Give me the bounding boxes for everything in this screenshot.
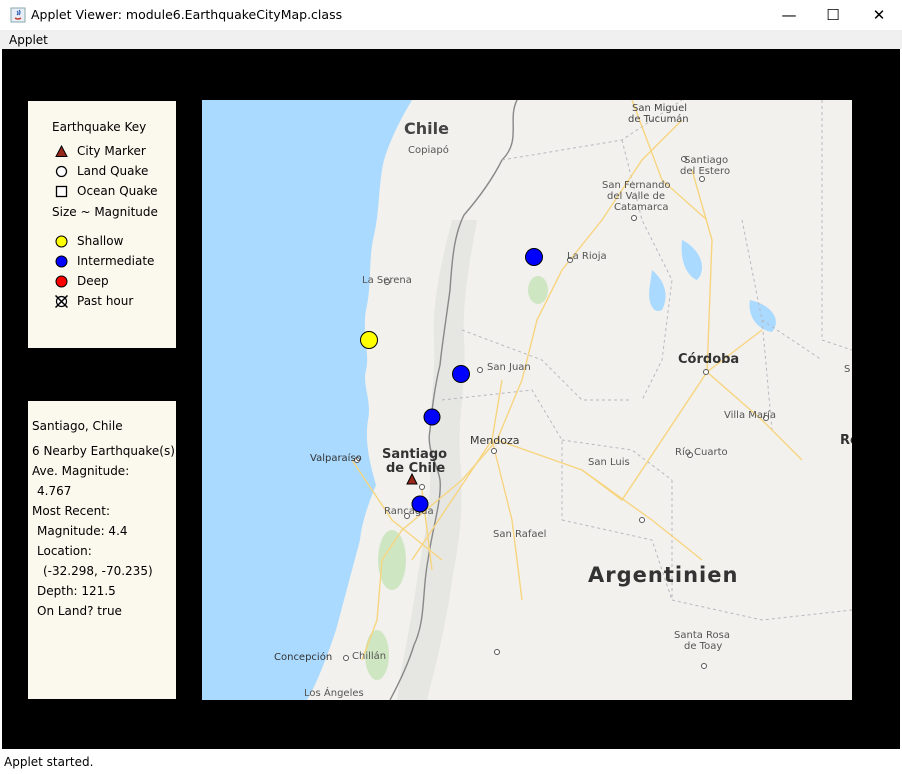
status-bar: Applet started.: [0, 750, 902, 774]
key-title: Earthquake Key: [52, 120, 147, 134]
maximize-icon: ☐: [826, 6, 840, 24]
quake-marker[interactable]: [423, 408, 441, 426]
city-marker-santiago[interactable]: [406, 472, 418, 485]
info-city: Santiago, Chile: [32, 419, 123, 433]
quake-marker[interactable]: [525, 248, 543, 266]
status-text: Applet started.: [4, 755, 94, 769]
map-view[interactable]: Chile Copiapó La Serena Valparaíso Santi…: [202, 100, 852, 700]
close-button[interactable]: ✕: [856, 0, 902, 30]
window-title: Applet Viewer: module6.EarthquakeCityMap…: [31, 7, 343, 22]
quake-marker[interactable]: [360, 331, 378, 349]
info-magnitude: Magnitude: 4.4: [37, 524, 128, 538]
info-nearby-count: 6 Nearby Earthquake(s): [32, 444, 175, 458]
marker-layer: [360, 248, 543, 513]
key-ocean-quake: Ocean Quake: [28, 183, 176, 199]
ocean-quake-square-icon: [55, 185, 68, 198]
minimize-icon: —: [781, 6, 797, 24]
land-quake-circle-icon: [55, 165, 68, 178]
key-land-quake: Land Quake: [28, 163, 176, 179]
info-ave-label: Ave. Magnitude:: [32, 464, 130, 478]
maximize-button[interactable]: ☐: [810, 0, 856, 30]
close-icon: ✕: [872, 6, 886, 24]
key-past-hour: Past hour: [28, 293, 176, 309]
key-size-note: Size ~ Magnitude: [52, 205, 158, 219]
quake-marker[interactable]: [452, 365, 470, 383]
minimize-button[interactable]: —: [766, 0, 812, 30]
key-deep: Deep: [28, 273, 176, 289]
shallow-circle-icon: [55, 235, 68, 248]
info-location-value: (-32.298, -70.235): [43, 564, 153, 578]
info-location-label: Location:: [37, 544, 92, 558]
city-info-panel: Santiago, Chile 6 Nearby Earthquake(s) A…: [28, 401, 176, 699]
info-ave-value: 4.767: [37, 484, 72, 498]
title-bar: Applet Viewer: module6.EarthquakeCityMap…: [0, 0, 902, 30]
intermediate-circle-icon: [55, 255, 68, 268]
java-app-icon: [10, 7, 26, 23]
key-intermediate: Intermediate: [28, 253, 176, 269]
key-shallow: Shallow: [28, 233, 176, 249]
past-hour-x-icon: [55, 295, 68, 308]
menu-bar: Applet: [0, 30, 902, 49]
deep-circle-icon: [55, 275, 68, 288]
info-recent-label: Most Recent:: [32, 504, 110, 518]
city-marker-icon: [55, 145, 68, 157]
menu-applet[interactable]: Applet: [9, 33, 48, 47]
key-city-marker: City Marker: [28, 143, 176, 159]
info-depth: Depth: 121.5: [37, 584, 116, 598]
applet-canvas: Earthquake Key City Marker Land Quake Oc…: [2, 49, 900, 749]
earthquake-key-panel: Earthquake Key City Marker Land Quake Oc…: [28, 101, 176, 348]
quake-marker[interactable]: [411, 495, 429, 513]
info-on-land: On Land? true: [37, 604, 122, 618]
